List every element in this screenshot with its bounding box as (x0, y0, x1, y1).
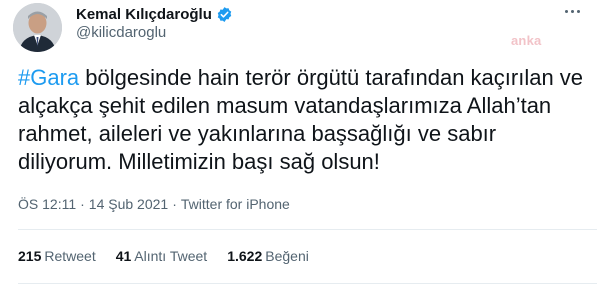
divider (18, 283, 597, 284)
tweet-header: Kemal Kılıçdaroğlu @kilicdaroglu anka (0, 0, 597, 60)
meta-separator: · (172, 196, 177, 212)
tweet-source[interactable]: Twitter for iPhone (181, 196, 290, 212)
author-name-row[interactable]: Kemal Kılıçdaroğlu (76, 4, 233, 24)
avatar-image (13, 3, 62, 52)
tweet-body: bölgesinde hain terör örgütü tarafından … (18, 65, 584, 174)
divider (18, 229, 597, 230)
verified-badge-icon (216, 6, 233, 23)
stat-retweets[interactable]: 215 Retweet (18, 248, 96, 264)
tweet-date[interactable]: 14 Şub 2021 (89, 196, 168, 212)
tweet-meta: ÖS 12:11 · 14 Şub 2021 · Twitter for iPh… (18, 196, 290, 212)
stat-count: 41 (115, 248, 132, 264)
stat-count: 215 (18, 248, 42, 264)
display-name[interactable]: Kemal Kılıçdaroğlu (76, 6, 212, 23)
tweet-stats: 215 Retweet 41 Alıntı Tweet 1.622 Beğeni (18, 246, 329, 266)
user-handle[interactable]: @kilicdaroglu (76, 24, 166, 41)
stat-label: Beğeni (265, 248, 309, 264)
stat-count: 1.622 (227, 248, 263, 264)
stat-likes[interactable]: 1.622 Beğeni (227, 248, 309, 264)
more-options-icon[interactable] (560, 2, 584, 20)
tweet-time[interactable]: ÖS 12:11 (18, 196, 76, 212)
avatar[interactable] (13, 3, 62, 52)
stat-label: Retweet (44, 248, 96, 264)
watermark-logo: anka (511, 33, 542, 48)
stat-label: Alıntı Tweet (134, 248, 208, 264)
tweet-text: #Gara bölgesinde hain terör örgütü taraf… (18, 64, 590, 176)
meta-separator: · (80, 196, 85, 212)
stat-quote-tweets[interactable]: 41 Alıntı Tweet (116, 248, 207, 264)
hashtag-link[interactable]: #Gara (18, 65, 79, 90)
